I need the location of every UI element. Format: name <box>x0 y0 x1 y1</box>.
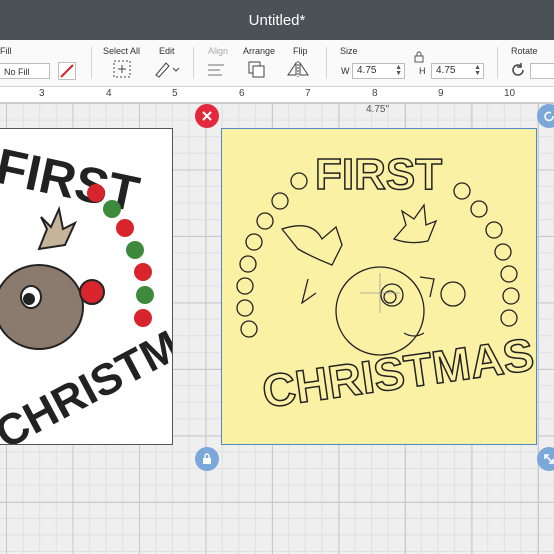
ruler-tick-label: 9 <box>438 88 444 99</box>
fill-color-swatch[interactable] <box>58 62 76 80</box>
outline-text-christmas: CHRISTMAS <box>259 328 537 418</box>
height-stepper[interactable]: ▲ ▼ <box>474 64 481 77</box>
rotate-button[interactable] <box>510 62 526 83</box>
height-input[interactable]: 4.75 ▲ ▼ <box>431 63 484 79</box>
lock-icon <box>203 453 211 464</box>
toolbar-separator <box>326 47 327 79</box>
height-label: H <box>419 66 426 76</box>
align-label: Align <box>208 46 229 56</box>
window-title: Untitled* <box>248 11 306 29</box>
lock-handle[interactable] <box>195 447 219 471</box>
ruler-tick-label: 5 <box>172 88 178 99</box>
design-text-first: FIRST <box>0 138 144 223</box>
select-all-button[interactable] <box>113 60 131 83</box>
flip-button[interactable] <box>287 60 315 83</box>
toolbar-separator <box>193 47 194 79</box>
outline-text-first: FIRST <box>315 150 442 199</box>
arrange-button[interactable] <box>247 60 273 83</box>
height-value: 4.75 <box>436 65 456 76</box>
rotate-icon <box>544 111 554 122</box>
select-all-label: Select All <box>103 46 141 56</box>
ruler-tick-label: 10 <box>504 88 516 99</box>
arrange-icon <box>248 61 265 78</box>
edit-toolbar: Fill No Fill Select All Edit Align Arran… <box>0 40 554 87</box>
reindeer-color-image: FIRST CHRISTMAS <box>0 138 172 444</box>
width-value: 4.75 <box>357 65 377 76</box>
rotate-input[interactable] <box>530 63 554 79</box>
flip-label: Flip <box>293 46 308 56</box>
toolbar-separator <box>91 47 92 79</box>
pencil-edit-icon <box>155 62 180 78</box>
size-label: Size <box>340 46 358 56</box>
edit-label: Edit <box>159 46 175 56</box>
ruler-tick-label: 7 <box>305 88 311 99</box>
width-readout: 4.75" <box>366 104 390 115</box>
lock-icon <box>414 51 424 63</box>
resize-handle[interactable] <box>537 447 554 471</box>
rotate-label: Rotate <box>511 46 538 56</box>
window-titlebar: Untitled* <box>0 0 554 40</box>
flip-icon <box>287 61 309 77</box>
resize-icon <box>544 454 554 464</box>
width-input[interactable]: 4.75 ▲ ▼ <box>352 63 405 79</box>
edit-button[interactable] <box>154 60 180 83</box>
toolbar-separator <box>497 47 498 79</box>
rotate-handle[interactable] <box>537 104 554 128</box>
fill-dropdown[interactable]: No Fill <box>0 63 50 79</box>
ruler-tick-label: 8 <box>372 88 378 99</box>
colored-design-card[interactable]: FIRST CHRISTMAS <box>0 128 173 445</box>
select-all-icon <box>113 60 131 78</box>
fill-dropdown-value: No Fill <box>4 67 30 77</box>
ruler-tick-label: 3 <box>39 88 45 99</box>
ruler-tick-label: 4 <box>106 88 112 99</box>
delete-handle[interactable] <box>195 104 219 128</box>
reindeer-outline-image: FIRST CHRISTMAS <box>236 149 537 418</box>
align-button[interactable] <box>206 62 232 83</box>
align-icon <box>208 64 224 76</box>
selected-design-card[interactable]: FIRST CHRISTMAS <box>221 128 537 445</box>
close-icon <box>202 111 212 121</box>
width-stepper[interactable]: ▲ ▼ <box>395 64 402 77</box>
rotate-icon <box>512 63 524 76</box>
no-color-slash-icon <box>60 64 74 78</box>
ruler-tick-label: 6 <box>239 88 245 99</box>
fill-label: Fill <box>0 46 12 56</box>
horizontal-ruler: 3 4 5 6 7 8 9 10 <box>0 87 554 103</box>
width-label: W <box>341 66 350 76</box>
arrange-label: Arrange <box>243 46 276 56</box>
